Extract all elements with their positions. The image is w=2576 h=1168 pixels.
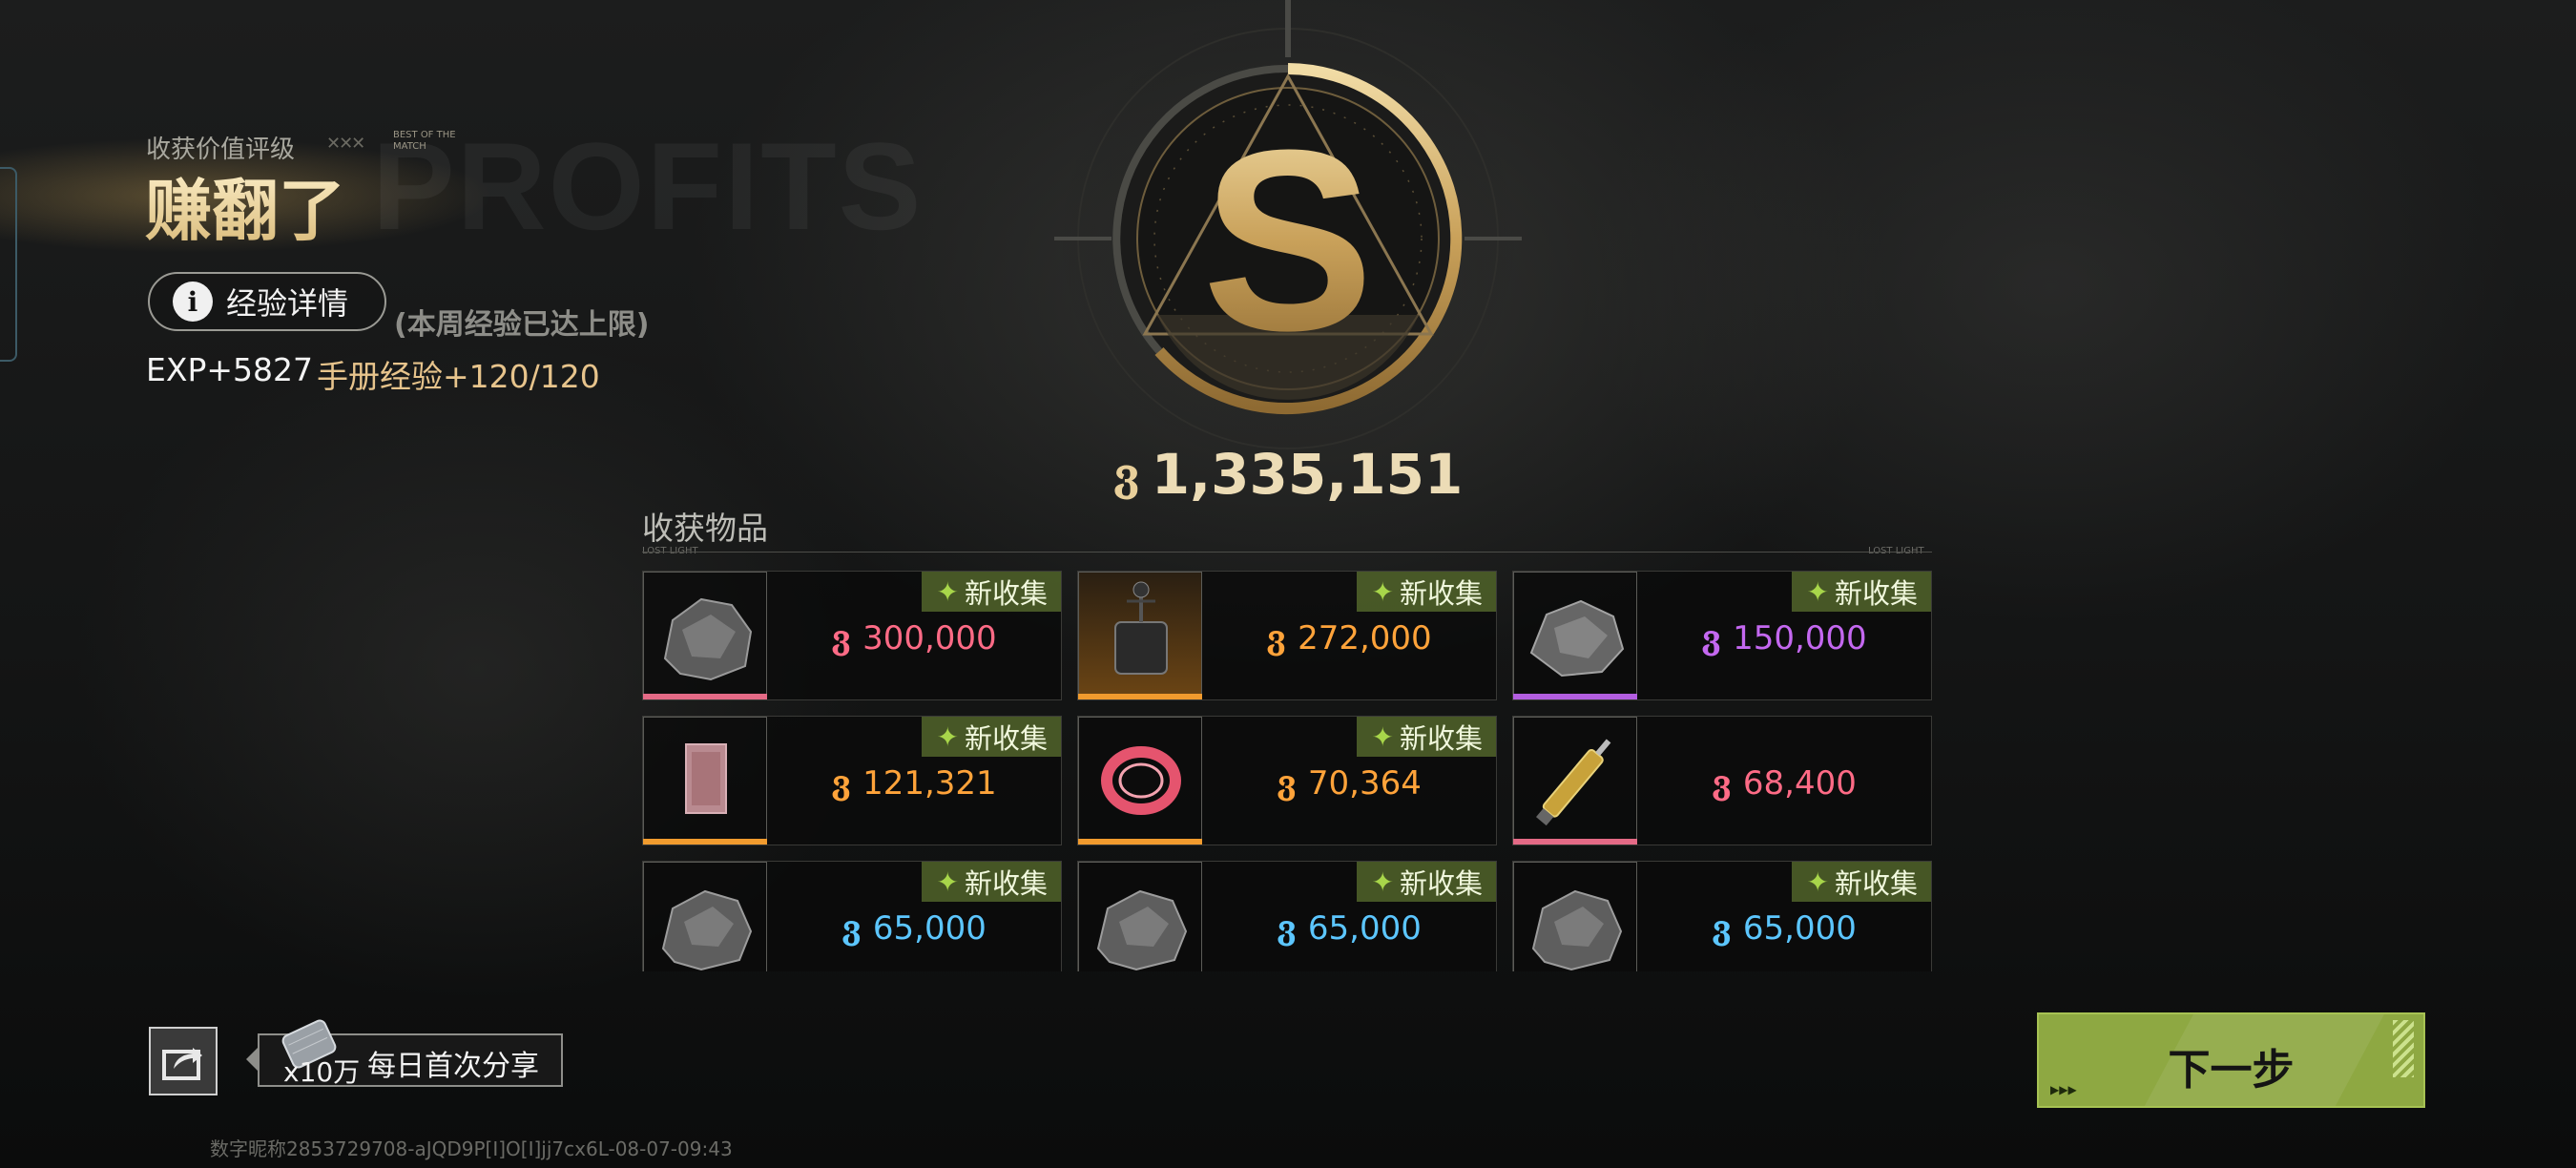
grade-letter: S bbox=[1202, 97, 1374, 385]
share-label: 每日首次分享 bbox=[367, 1050, 539, 1083]
new-collect-badge: ✦ 新收集 bbox=[921, 717, 1061, 757]
next-step-label: 下一步 bbox=[2168, 1046, 2295, 1095]
item-thumb bbox=[1078, 717, 1202, 841]
ore-rock-icon bbox=[663, 597, 753, 681]
items-title: 收获物品 bbox=[642, 510, 768, 547]
edge-bracket bbox=[0, 167, 17, 362]
item-thumb bbox=[1513, 862, 1637, 971]
sparkle-icon: ✦ bbox=[1806, 575, 1829, 608]
arrows-icon: ▶▶▶ bbox=[2050, 1083, 2077, 1096]
ring-icon bbox=[1101, 746, 1181, 815]
item-thumb bbox=[1513, 717, 1637, 841]
ore-rock-icon bbox=[1096, 889, 1188, 971]
new-collect-badge: ✦ 新收集 bbox=[1791, 862, 1931, 902]
new-collect-badge: ✦ 新收集 bbox=[921, 572, 1061, 612]
item-thumb bbox=[643, 572, 767, 696]
rarity-bar bbox=[643, 694, 767, 699]
next-step-button[interactable]: 下一步 ▶▶▶ bbox=[2037, 1012, 2425, 1108]
experience-details-button[interactable]: i 经验详情 bbox=[148, 272, 386, 331]
share-multiplier: x10万 bbox=[283, 1056, 361, 1088]
item-card[interactable]: ✦ 新收集 ვ 70,364 bbox=[1077, 716, 1497, 845]
item-card[interactable]: ვ 68,400 bbox=[1512, 716, 1932, 845]
experience-details-label: 经验详情 bbox=[226, 285, 349, 322]
item-price: ვ 70,364 bbox=[1277, 764, 1422, 803]
item-price: ვ 150,000 bbox=[1701, 619, 1867, 657]
new-collect-badge: ✦ 新收集 bbox=[1356, 862, 1496, 902]
ore-rock-icon bbox=[1529, 599, 1625, 678]
item-card[interactable]: ✦ 新收集 ვ 272,000 bbox=[1077, 571, 1497, 700]
item-price: ვ 272,000 bbox=[1266, 619, 1432, 657]
share-tag-arrow bbox=[246, 1048, 258, 1071]
currency-icon: ვ bbox=[831, 619, 852, 657]
item-card[interactable]: ✦ 新收集 ვ 121,321 bbox=[642, 716, 1062, 845]
weekly-cap-note: (本周经验已达上限) bbox=[394, 308, 650, 342]
syringe-icon bbox=[1535, 739, 1611, 826]
grade-emblem: S bbox=[1054, 0, 1522, 468]
item-thumb bbox=[1513, 572, 1637, 696]
card-icon bbox=[685, 743, 727, 814]
rating-value: 赚翻了 bbox=[145, 157, 345, 254]
currency-icon: ვ bbox=[1712, 764, 1732, 803]
sparkle-icon: ✦ bbox=[1371, 575, 1394, 608]
manual-exp: 手册经验+120/120 bbox=[317, 358, 600, 395]
item-thumb bbox=[1078, 862, 1202, 971]
sparkle-icon: ✦ bbox=[936, 866, 959, 898]
currency-icon: ვ bbox=[1112, 448, 1140, 500]
item-card[interactable]: ✦ 新收集 ვ 65,000 bbox=[642, 861, 1062, 971]
item-card[interactable]: ✦ 新收集 ვ 65,000 bbox=[1512, 861, 1932, 971]
item-card[interactable]: ✦ 新收集 ვ 65,000 bbox=[1077, 861, 1497, 971]
rarity-bar bbox=[1078, 694, 1202, 699]
rarity-bar bbox=[643, 839, 767, 845]
new-collect-badge: ✦ 新收集 bbox=[1791, 572, 1931, 612]
new-collect-badge: ✦ 新收集 bbox=[921, 862, 1061, 902]
sparkle-icon: ✦ bbox=[1371, 866, 1394, 898]
device-icon bbox=[1114, 581, 1168, 675]
total-amount: 1,335,151 bbox=[1151, 442, 1464, 507]
ore-rock-icon bbox=[1531, 889, 1623, 971]
info-icon: i bbox=[173, 282, 213, 322]
sparkle-icon: ✦ bbox=[936, 720, 959, 753]
total-value: ვ 1,335,151 bbox=[1113, 441, 1464, 508]
sparkle-icon: ✦ bbox=[1806, 866, 1829, 898]
best-of-marks-icon: ✕✕✕ bbox=[326, 134, 365, 154]
currency-icon: ვ bbox=[831, 764, 852, 803]
item-price: ვ 121,321 bbox=[831, 764, 997, 803]
share-button[interactable] bbox=[149, 1027, 218, 1095]
rarity-bar bbox=[1513, 694, 1637, 699]
currency-icon: ვ bbox=[1277, 909, 1297, 948]
item-price: ვ 300,000 bbox=[831, 619, 997, 657]
item-card[interactable]: ✦ 新收集 ვ 300,000 bbox=[642, 571, 1062, 700]
item-price: ვ 68,400 bbox=[1712, 764, 1857, 803]
exp-gain: EXP+5827 bbox=[146, 351, 313, 388]
ore-rock-icon bbox=[661, 889, 753, 971]
item-price: ვ 65,000 bbox=[1712, 909, 1857, 948]
share-icon bbox=[162, 1048, 202, 1080]
rarity-bar bbox=[1078, 839, 1202, 845]
item-price: ვ 65,000 bbox=[841, 909, 987, 948]
player-id: 数字昵称2853729708-aJQD9P[I]O[I]jj7cx6L-08-0… bbox=[210, 1137, 733, 1160]
item-card[interactable]: ✦ 新收集 ვ 150,000 bbox=[1512, 571, 1932, 700]
item-thumb bbox=[1078, 572, 1202, 696]
currency-icon: ვ bbox=[1277, 764, 1297, 803]
currency-icon: ვ bbox=[841, 909, 862, 948]
currency-icon: ვ bbox=[1266, 619, 1287, 657]
new-collect-badge: ✦ 新收集 bbox=[1356, 717, 1496, 757]
item-price: ვ 65,000 bbox=[1277, 909, 1422, 948]
item-thumb bbox=[643, 717, 767, 841]
best-of-badge: BEST OF THE MATCH bbox=[393, 130, 456, 152]
item-thumb bbox=[643, 862, 767, 971]
currency-icon: ვ bbox=[1712, 909, 1732, 948]
new-collect-badge: ✦ 新收集 bbox=[1356, 572, 1496, 612]
rarity-bar bbox=[1513, 839, 1637, 845]
items-divider bbox=[642, 552, 1932, 553]
currency-icon: ვ bbox=[1701, 619, 1722, 657]
items-grid: ✦ 新收集 ვ 300,000 ✦ 新收集 ვ 272,000 ✦ 新收集 ვ 150,00… bbox=[642, 571, 1932, 971]
sparkle-icon: ✦ bbox=[936, 575, 959, 608]
sparkle-icon: ✦ bbox=[1371, 720, 1394, 753]
